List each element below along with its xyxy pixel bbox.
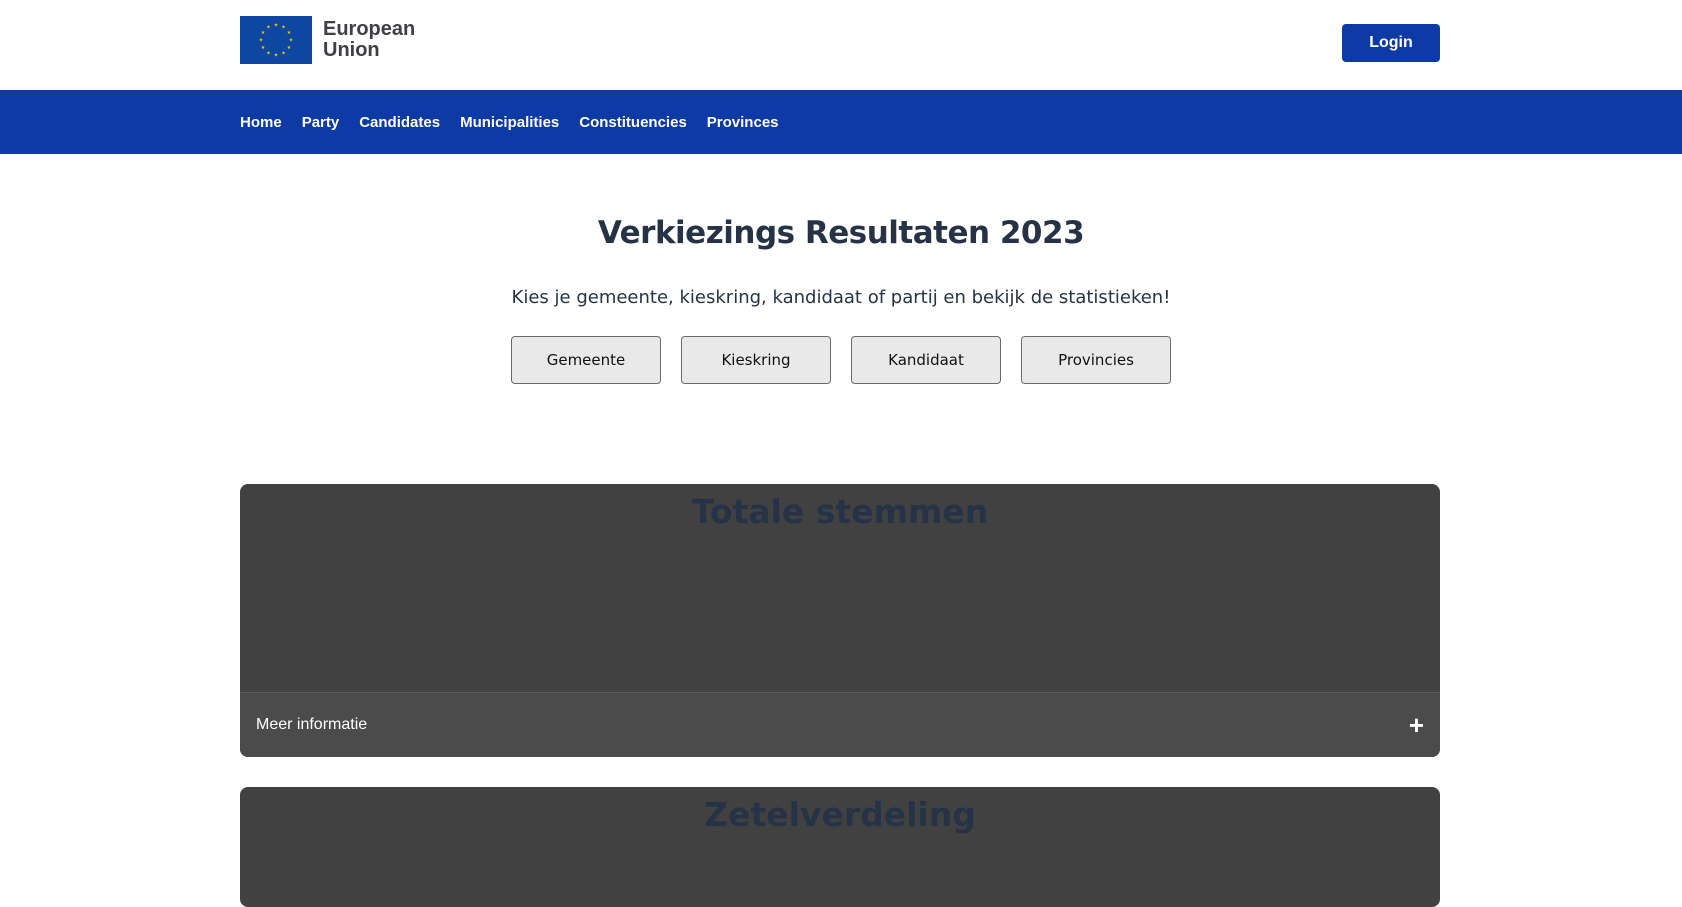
seat-distribution-title: Zetelverdeling	[704, 795, 976, 834]
flag-star-icon: ★	[266, 25, 271, 31]
login-button[interactable]: Login	[1342, 24, 1440, 62]
more-info-label: Meer informatie	[256, 716, 368, 733]
flag-star-icon: ★	[261, 30, 266, 36]
flag-star-icon: ★	[274, 23, 279, 29]
constituency-button[interactable]: Kieskring	[681, 336, 831, 384]
site-header: ★ ★ ★ ★ ★ ★ ★ ★ ★ ★ ★ ★ European Union Login	[0, 0, 1682, 90]
flag-star-icon: ★	[287, 30, 292, 36]
nav-item-party[interactable]: Party	[302, 114, 340, 131]
eu-logo[interactable]: ★ ★ ★ ★ ★ ★ ★ ★ ★ ★ ★ ★ European Union	[240, 16, 415, 64]
flag-star-icon: ★	[266, 51, 271, 57]
page-title: Verkiezings Resultaten 2023	[597, 215, 1085, 251]
municipality-button[interactable]: Gemeente	[511, 336, 661, 384]
nav-item-constituencies[interactable]: Constituencies	[579, 114, 687, 131]
nav-item-provinces[interactable]: Provinces	[707, 114, 779, 131]
plus-icon[interactable]: +	[1409, 712, 1424, 738]
total-votes-panel: Totale stemmen Meer informatie +	[240, 484, 1440, 757]
nav-item-home[interactable]: Home	[240, 114, 282, 131]
more-info-toggle[interactable]: Meer informatie +	[240, 692, 1440, 757]
flag-star-icon: ★	[259, 38, 264, 44]
flag-star-icon: ★	[287, 45, 292, 51]
flag-star-icon: ★	[281, 25, 286, 31]
total-votes-title: Totale stemmen	[691, 492, 989, 531]
main-nav: Home Party Candidates Municipalities Con…	[0, 90, 1682, 154]
brand-line-1: European	[323, 18, 416, 40]
provinces-button[interactable]: Provincies	[1021, 336, 1171, 384]
page-subtitle: Kies je gemeente, kieskring, kandidaat o…	[511, 287, 1171, 308]
flag-star-icon: ★	[289, 38, 294, 44]
candidate-button[interactable]: Kandidaat	[851, 336, 1001, 384]
flag-star-icon: ★	[281, 51, 286, 57]
eu-flag-icon: ★ ★★★★★★★★★★★	[240, 16, 312, 64]
hero-section: Verkiezings Resultaten 2023 Kies je geme…	[0, 154, 1682, 384]
seat-distribution-panel: Zetelverdeling	[240, 787, 1440, 907]
brand-text: European Union	[323, 19, 415, 61]
flag-star-icon: ★	[261, 45, 266, 51]
flag-star-icon: ★	[274, 53, 279, 59]
filter-buttons: Gemeente Kieskring Kandidaat Provincies	[0, 336, 1682, 384]
nav-item-municipalities[interactable]: Municipalities	[460, 114, 559, 131]
nav-item-candidates[interactable]: Candidates	[359, 114, 440, 131]
brand-line-2: Union	[323, 39, 380, 61]
